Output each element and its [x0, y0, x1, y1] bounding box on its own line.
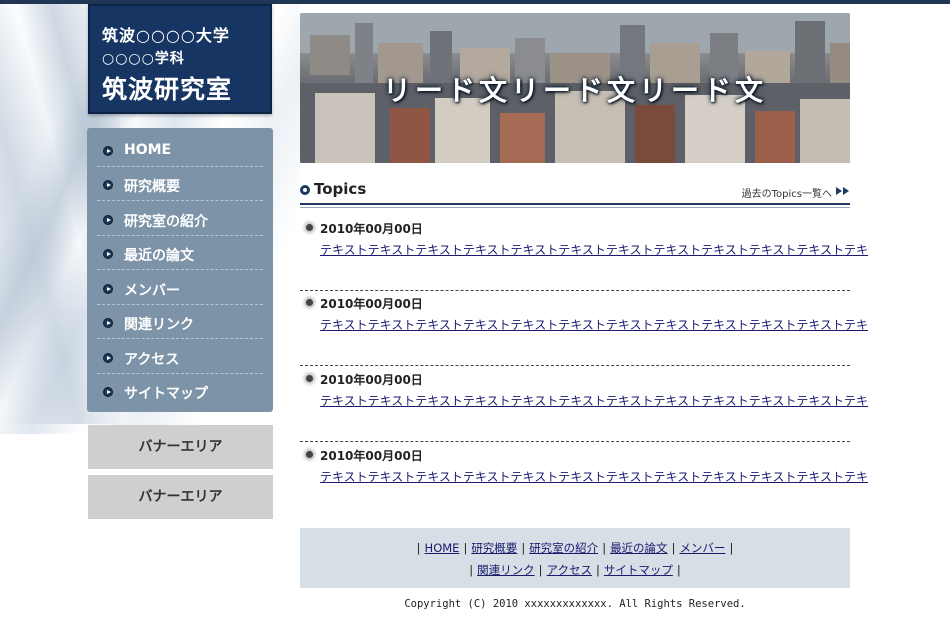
nav-item-research-overview[interactable]: 研究概要 [97, 167, 263, 201]
nav-item-recent-papers[interactable]: 最近の論文 [97, 236, 263, 270]
topic-date: 2010年00月00日 [320, 297, 423, 311]
topics-header: Topics 過去のTopics一覧へ [300, 180, 850, 205]
topic-link[interactable]: テキストテキストテキストテキストテキストテキストテキストテキストテキストテキスト… [320, 316, 868, 333]
banner-area-1[interactable]: バナーエリア [88, 425, 273, 469]
footer-nav: | HOME | 研究概要 | 研究室の紹介 | 最近の論文 | メンバー | | 関連リンク | アクセ… [300, 528, 850, 588]
topic-date: 2010年00月00日 [320, 222, 423, 236]
dot-icon [306, 451, 313, 458]
circle-arrow-icon [103, 249, 113, 259]
footer-links-row-1: | HOME | 研究概要 | 研究室の紹介 | 最近の論文 | メンバー | [300, 540, 850, 556]
footer-separator: | [463, 541, 468, 555]
circle-arrow-icon [103, 318, 113, 328]
dot-icon [306, 299, 313, 306]
topic-date: 2010年00月00日 [320, 449, 423, 463]
topic-entry: 2010年00月00日 テキストテキストテキストテキストテキストテキストテキスト… [300, 215, 868, 291]
banner-area-2[interactable]: バナーエリア [88, 475, 273, 519]
footer-separator: | [729, 541, 734, 555]
university-name: 筑波○○○○大学 [102, 26, 230, 45]
sidebar-nav: HOME 研究概要 研究室の紹介 最近の論文 メンバー 関連リンク アクセス サ… [87, 128, 273, 412]
department-name: ○○○○学科 [102, 51, 185, 67]
nav-item-label: HOME [124, 142, 172, 158]
circle-arrow-icon [103, 284, 113, 294]
topic-entry: 2010年00月00日 テキストテキストテキストテキストテキストテキストテキスト… [300, 442, 868, 518]
nav-item-lab-intro[interactable]: 研究室の紹介 [97, 202, 263, 236]
circle-arrow-icon [103, 215, 113, 225]
footer-separator: | [416, 541, 421, 555]
nav-item-label: 研究概要 [124, 179, 180, 195]
hero-lead-text: リード文リード文リード文 [382, 74, 767, 107]
circle-arrow-icon [103, 180, 113, 190]
footer-separator: | [521, 541, 526, 555]
nav-item-label: 関連リンク [124, 317, 194, 333]
topic-entry: 2010年00月00日 テキストテキストテキストテキストテキストテキストテキスト… [300, 366, 868, 442]
dot-icon [306, 224, 313, 231]
nav-item-label: アクセス [124, 352, 180, 368]
footer-separator: | [538, 563, 543, 577]
topics-heading: Topics [314, 180, 367, 198]
footer-separator: | [602, 541, 607, 555]
footer-link-related-links[interactable]: 関連リンク [477, 563, 535, 577]
copyright-text: Copyright (C) 2010 xxxxxxxxxxxxx. All Ri… [404, 598, 746, 610]
topics-divider [300, 207, 850, 208]
nav-item-label: メンバー [124, 283, 180, 299]
circle-arrow-icon [103, 353, 113, 363]
topic-entry: 2010年00月00日 テキストテキストテキストテキストテキストテキストテキスト… [300, 290, 868, 366]
nav-item-related-links[interactable]: 関連リンク [97, 305, 263, 339]
footer-link-research-overview[interactable]: 研究概要 [471, 541, 517, 555]
ring-icon [300, 185, 310, 195]
footer-link-sitemap[interactable]: サイトマップ [604, 563, 673, 577]
footer-separator: | [676, 563, 681, 577]
topic-link[interactable]: テキストテキストテキストテキストテキストテキストテキストテキストテキストテキスト… [320, 392, 868, 409]
topic-link[interactable]: テキストテキストテキストテキストテキストテキストテキストテキストテキストテキスト… [320, 241, 868, 258]
topic-date: 2010年00月00日 [320, 373, 423, 387]
topic-link[interactable]: テキストテキストテキストテキストテキストテキストテキストテキストテキストテキスト… [320, 468, 868, 485]
lab-name: 筑波研究室 [102, 75, 233, 104]
footer-separator: | [469, 563, 474, 577]
nav-item-sitemap[interactable]: サイトマップ [97, 374, 263, 408]
nav-item-label: サイトマップ [124, 386, 208, 402]
footer-separator: | [671, 541, 676, 555]
dot-icon [306, 375, 313, 382]
nav-item-label: 研究室の紹介 [124, 214, 208, 230]
footer-link-recent-papers[interactable]: 最近の論文 [610, 541, 668, 555]
footer-link-home[interactable]: HOME [425, 541, 460, 555]
footer-link-lab-intro[interactable]: 研究室の紹介 [529, 541, 598, 555]
site-logo[interactable]: 筑波○○○○大学 ○○○○学科 筑波研究室 [88, 4, 272, 114]
footer-link-members[interactable]: メンバー [679, 541, 725, 555]
nav-item-home[interactable]: HOME [97, 133, 263, 167]
hero-image: リード文リード文リード文 [300, 13, 850, 163]
footer-link-access[interactable]: アクセス [547, 563, 592, 577]
nav-item-access[interactable]: アクセス [97, 340, 263, 374]
circle-arrow-icon [103, 146, 113, 156]
topics-archive-link[interactable]: 過去のTopics一覧へ [742, 185, 832, 200]
double-arrow-icon[interactable] [836, 187, 850, 195]
nav-item-label: 最近の論文 [124, 248, 194, 264]
circle-arrow-icon [103, 387, 113, 397]
footer-links-row-2: | 関連リンク | アクセス | サイトマップ | [300, 562, 850, 578]
footer-separator: | [595, 563, 600, 577]
nav-item-members[interactable]: メンバー [97, 271, 263, 305]
